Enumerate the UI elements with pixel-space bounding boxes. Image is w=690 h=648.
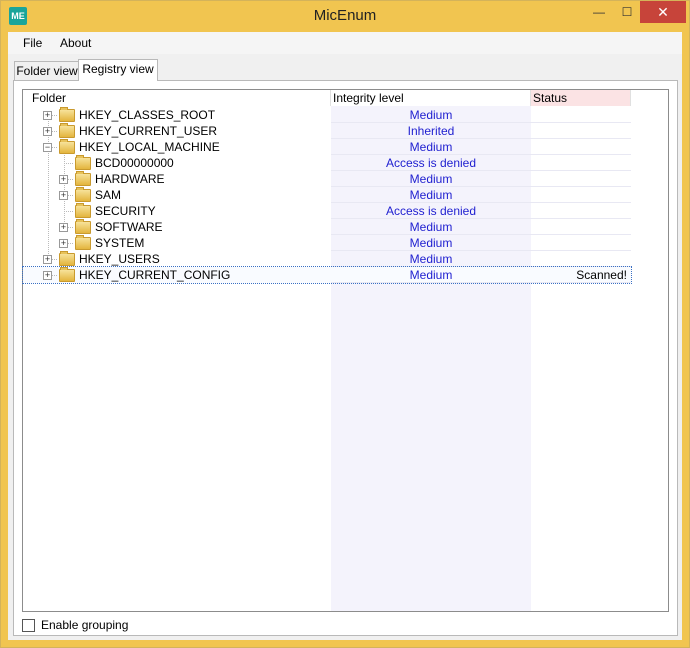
- tree-row[interactable]: + SYSTEM Medium: [23, 235, 631, 251]
- registry-key-name: HARDWARE: [95, 172, 165, 186]
- column-header-integrity[interactable]: Integrity level: [331, 90, 531, 106]
- minimize-button[interactable]: —: [585, 1, 613, 23]
- status-cell: Scanned!: [576, 268, 627, 282]
- registry-key-name: SECURITY: [95, 204, 156, 218]
- column-header-folder[interactable]: Folder: [23, 90, 331, 106]
- folder-icon: [75, 171, 91, 186]
- registry-key-name: HKEY_CURRENT_CONFIG: [79, 268, 231, 282]
- integrity-level-cell: Medium: [409, 252, 453, 266]
- registry-key-name: HKEY_CLASSES_ROOT: [79, 108, 216, 122]
- menu-bar: File About: [8, 32, 682, 54]
- collapse-icon[interactable]: −: [43, 143, 52, 152]
- integrity-level-cell: Inherited: [407, 124, 455, 138]
- expand-icon[interactable]: +: [43, 255, 52, 264]
- registry-key-name: HKEY_CURRENT_USER: [79, 124, 218, 138]
- integrity-level-cell: Access is denied: [385, 156, 477, 170]
- folder-icon: [59, 139, 75, 154]
- integrity-level-cell: Access is denied: [385, 204, 477, 218]
- tree-row[interactable]: + HKEY_CURRENT_CONFIG Medium Scanned!: [22, 266, 632, 284]
- client-area: File About Folder view Registry view Fol…: [8, 32, 682, 640]
- folder-icon: [59, 251, 75, 266]
- app-window: ME MicEnum — ☐ ✕ File About Folder view …: [0, 0, 690, 648]
- close-button[interactable]: ✕: [640, 1, 686, 23]
- integrity-level-cell: Medium: [409, 220, 453, 234]
- integrity-level-cell: Medium: [409, 268, 453, 282]
- enable-grouping-label: Enable grouping: [41, 618, 129, 632]
- tree-row[interactable]: + HKEY_CURRENT_USER Inherited: [23, 123, 631, 139]
- integrity-level-cell: Medium: [409, 172, 453, 186]
- column-header-status[interactable]: Status: [531, 90, 631, 106]
- tree-row[interactable]: + HARDWARE Medium: [23, 171, 631, 187]
- registry-tree-list[interactable]: Folder Integrity level Status + HKEY_CLAS…: [22, 89, 669, 612]
- expand-icon[interactable]: +: [59, 239, 68, 248]
- tree-row[interactable]: SECURITY Access is denied: [23, 203, 631, 219]
- folder-icon: [59, 123, 75, 138]
- folder-icon: [75, 203, 91, 218]
- menu-about[interactable]: About: [60, 36, 91, 50]
- folder-icon: [59, 267, 75, 282]
- folder-icon: [75, 155, 91, 170]
- integrity-level-cell: Medium: [409, 236, 453, 250]
- integrity-level-cell: Medium: [409, 188, 453, 202]
- tree-connector-branch: [64, 211, 73, 212]
- maximize-button[interactable]: ☐: [613, 1, 641, 23]
- expand-icon[interactable]: +: [43, 127, 52, 136]
- tree-connector-branch: [64, 163, 73, 164]
- tab-strip: Folder view Registry view: [8, 59, 682, 81]
- expand-icon[interactable]: +: [43, 271, 52, 280]
- registry-key-name: SOFTWARE: [95, 220, 163, 234]
- tree-row[interactable]: BCD00000000 Access is denied: [23, 155, 631, 171]
- tree-row[interactable]: + HKEY_USERS Medium: [23, 251, 631, 267]
- expand-icon[interactable]: +: [59, 175, 68, 184]
- tree-row[interactable]: + HKEY_CLASSES_ROOT Medium: [23, 107, 631, 123]
- expand-icon[interactable]: +: [43, 111, 52, 120]
- registry-key-name: HKEY_USERS: [79, 252, 160, 266]
- title-bar[interactable]: ME MicEnum — ☐ ✕: [1, 1, 689, 32]
- tree-row[interactable]: − HKEY_LOCAL_MACHINE Medium: [23, 139, 631, 155]
- expand-icon[interactable]: +: [59, 223, 68, 232]
- tab-folder-view[interactable]: Folder view: [14, 61, 80, 80]
- folder-icon: [75, 235, 91, 250]
- integrity-level-cell: Medium: [409, 140, 453, 154]
- registry-key-name: BCD00000000: [95, 156, 174, 170]
- tab-registry-view[interactable]: Registry view: [78, 59, 158, 81]
- registry-tab-panel: Folder Integrity level Status + HKEY_CLAS…: [13, 80, 678, 636]
- folder-icon: [75, 187, 91, 202]
- expand-icon[interactable]: +: [59, 191, 68, 200]
- folder-icon: [59, 107, 75, 122]
- registry-key-name: HKEY_LOCAL_MACHINE: [79, 140, 220, 154]
- registry-key-name: SAM: [95, 188, 122, 202]
- tree-row[interactable]: + SOFTWARE Medium: [23, 219, 631, 235]
- registry-key-name: SYSTEM: [95, 236, 145, 250]
- folder-icon: [75, 219, 91, 234]
- tree-row[interactable]: + SAM Medium: [23, 187, 631, 203]
- enable-grouping-checkbox[interactable]: [22, 619, 35, 632]
- integrity-level-cell: Medium: [409, 108, 453, 122]
- menu-file[interactable]: File: [23, 36, 42, 50]
